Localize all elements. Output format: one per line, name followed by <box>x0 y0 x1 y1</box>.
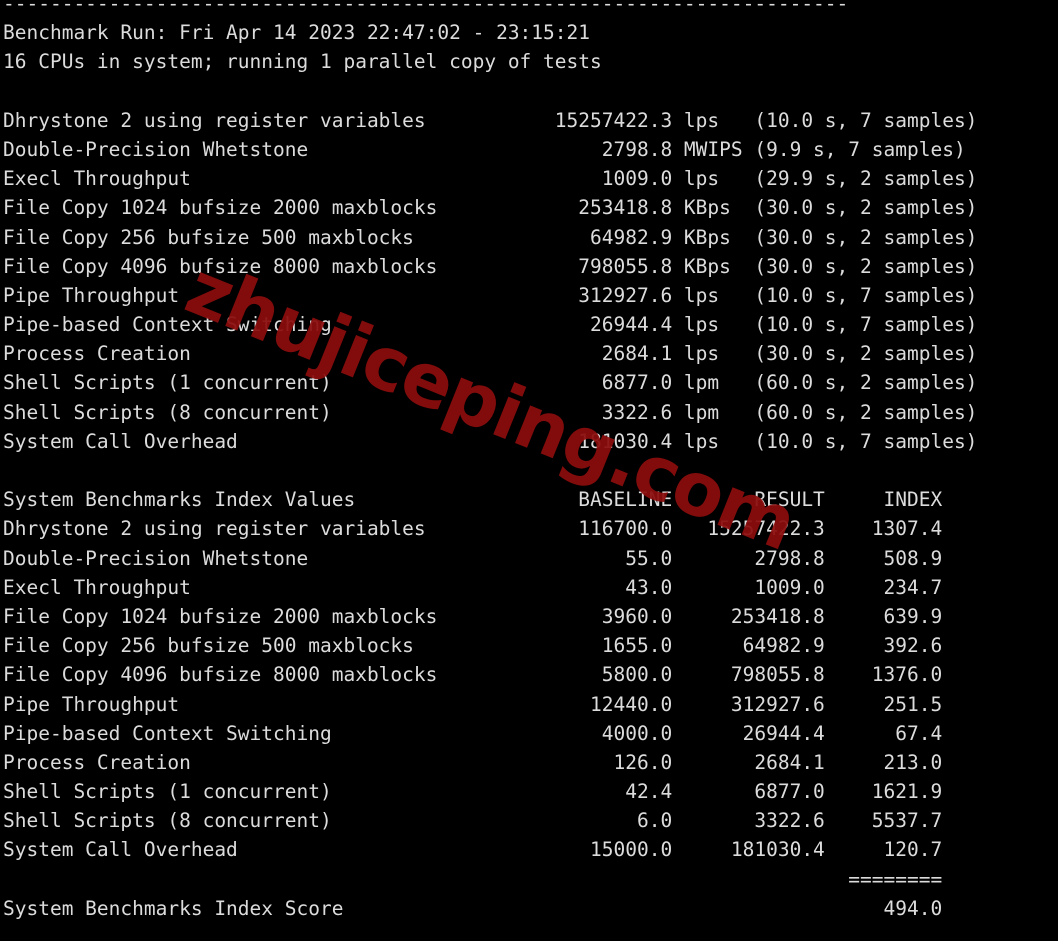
raw-result-row: System Call Overhead 181030.4 lps (10.0 … <box>3 429 978 453</box>
raw-result-row: File Copy 256 bufsize 500 maxblocks 6498… <box>3 225 978 249</box>
terminal-output[interactable]: ----------------------------------------… <box>3 0 977 923</box>
index-table-row: Double-Precision Whetstone 55.0 2798.8 5… <box>3 546 943 570</box>
terminal-window: ----------------------------------------… <box>0 0 1058 941</box>
index-table-header: System Benchmarks Index Values BASELINE … <box>3 488 943 512</box>
cpu-info-line: 16 CPUs in system; running 1 parallel co… <box>3 50 602 74</box>
raw-result-row: Pipe Throughput 312927.6 lps (10.0 s, 7 … <box>3 283 978 307</box>
index-table-row: Execl Throughput 43.0 1009.0 234.7 <box>3 575 943 599</box>
index-table-row: Shell Scripts (8 concurrent) 6.0 3322.6 … <box>3 809 943 833</box>
index-table-row: Pipe Throughput 12440.0 312927.6 251.5 <box>3 692 943 716</box>
raw-result-row: Double-Precision Whetstone 2798.8 MWIPS … <box>3 137 966 161</box>
index-table-row: File Copy 4096 bufsize 8000 maxblocks 58… <box>3 663 943 687</box>
index-table-row: File Copy 256 bufsize 500 maxblocks 1655… <box>3 634 943 658</box>
equals-rule: ======== <box>3 867 943 891</box>
index-table-row: File Copy 1024 bufsize 2000 maxblocks 39… <box>3 604 943 628</box>
raw-result-row: Shell Scripts (1 concurrent) 6877.0 lpm … <box>3 371 978 395</box>
benchmark-run-line: Benchmark Run: Fri Apr 14 2023 22:47:02 … <box>3 21 590 45</box>
raw-result-row: Execl Throughput 1009.0 lps (29.9 s, 2 s… <box>3 167 978 191</box>
raw-result-row: File Copy 4096 bufsize 8000 maxblocks 79… <box>3 254 978 278</box>
raw-result-row: Pipe-based Context Switching 26944.4 lps… <box>3 313 978 337</box>
index-table-row: Shell Scripts (1 concurrent) 42.4 6877.0… <box>3 780 943 804</box>
index-table-row: System Call Overhead 15000.0 181030.4 12… <box>3 838 943 862</box>
index-table-row: Pipe-based Context Switching 4000.0 2694… <box>3 721 943 745</box>
index-score-line: System Benchmarks Index Score 494.0 <box>3 896 943 920</box>
separator-line-top: ----------------------------------------… <box>3 0 849 15</box>
raw-result-row: Process Creation 2684.1 lps (30.0 s, 2 s… <box>3 342 978 366</box>
index-table-row: Dhrystone 2 using register variables 116… <box>3 517 943 541</box>
raw-result-row: Shell Scripts (8 concurrent) 3322.6 lpm … <box>3 400 978 424</box>
index-table-row: Process Creation 126.0 2684.1 213.0 <box>3 750 943 774</box>
raw-result-row: Dhrystone 2 using register variables 152… <box>3 108 978 132</box>
raw-result-row: File Copy 1024 bufsize 2000 maxblocks 25… <box>3 196 978 220</box>
